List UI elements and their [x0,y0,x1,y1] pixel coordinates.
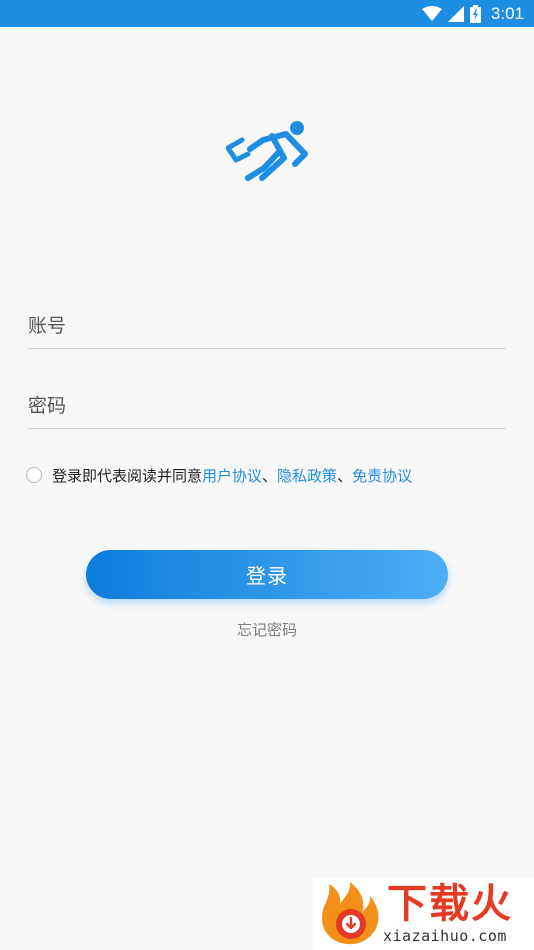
agreement-separator: 、 [262,466,278,485]
account-input[interactable] [28,299,506,348]
agreement-separator: 、 [337,466,353,485]
battery-icon [469,4,481,23]
agreement-checkbox[interactable] [26,467,42,483]
agreement-prefix: 登录即代表阅读并同意 [52,466,203,485]
status-bar: 3:01 [0,0,534,27]
login-button[interactable]: 登录 [86,550,448,599]
privacy-policy-link[interactable]: 隐私政策 [277,465,337,486]
watermark-title: 下载火 [387,881,513,927]
watermark: 下载火 xiazaihuo.com [313,878,534,950]
disclaimer-link[interactable]: 免责协议 [352,465,412,486]
password-field[interactable] [28,379,506,429]
watermark-domain: xiazaihuo.com [383,927,507,945]
agreement-row: 登录即代表阅读并同意 用户协议 、 隐私政策 、 免责协议 [26,462,412,488]
status-time: 3:01 [490,3,524,23]
wifi-icon [421,5,442,21]
user-agreement-link[interactable]: 用户协议 [202,465,262,486]
forgot-password-link[interactable]: 忘记密码 [0,619,534,640]
account-field[interactable] [28,299,506,349]
status-icons: 3:01 [421,0,524,27]
password-input[interactable] [28,379,506,428]
signal-icon [447,5,464,22]
flame-logo-icon [322,882,379,945]
runner-logo-icon [226,121,308,181]
